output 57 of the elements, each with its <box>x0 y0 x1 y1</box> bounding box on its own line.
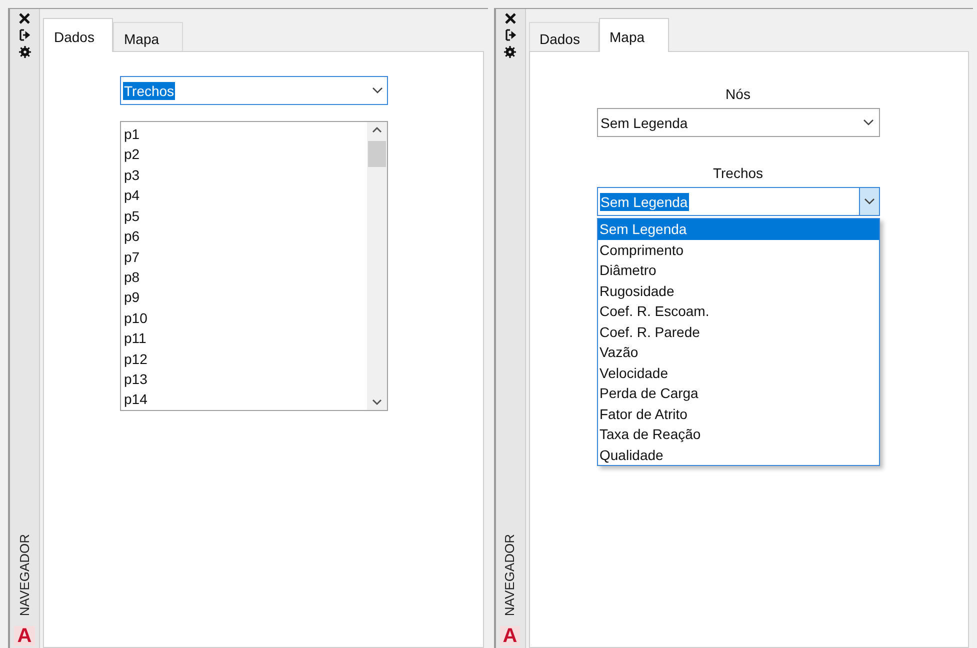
tab[interactable]: Mapa <box>113 22 183 51</box>
field-label: Trechos <box>712 164 764 183</box>
dropdown-button[interactable] <box>858 188 878 215</box>
exit-arrow-icon[interactable] <box>504 29 516 41</box>
list-item[interactable]: p3 <box>124 164 367 186</box>
scroll-down-icon[interactable] <box>372 399 382 406</box>
list-item[interactable]: p2 <box>124 144 367 165</box>
logo: A <box>14 626 35 646</box>
scrollbar[interactable] <box>367 122 387 410</box>
tab[interactable]: Dados <box>528 22 598 51</box>
dropdown[interactable]: Trechos <box>120 76 388 105</box>
tab[interactable]: Mapa <box>598 18 668 52</box>
chevron-down-icon <box>372 87 382 94</box>
dropdown-option[interactable]: Vazão <box>598 342 878 362</box>
dropdown-option[interactable]: Fator de Atrito <box>598 404 878 424</box>
dropdown-option[interactable]: Perda de Carga <box>598 383 878 404</box>
dropdown-option[interactable]: Diâmetro <box>598 260 878 280</box>
gear-icon[interactable] <box>504 46 516 58</box>
dropdown[interactable]: Sem Legenda <box>596 187 880 216</box>
dropdown-value: Trechos <box>123 82 176 100</box>
scroll-up-icon[interactable] <box>372 126 382 133</box>
dropdown-option[interactable]: Coef. R. Parede <box>598 322 878 342</box>
list-item[interactable]: p7 <box>124 246 367 267</box>
dropdown-option[interactable]: Rugosidade <box>598 280 878 301</box>
list-item[interactable]: p10 <box>124 308 367 328</box>
close-icon[interactable] <box>19 13 30 24</box>
dropdown-option[interactable]: Coef. R. Escoam. <box>598 301 878 322</box>
list-item[interactable]: p12 <box>124 348 367 370</box>
gear-icon[interactable] <box>18 46 30 58</box>
list-item[interactable]: p6 <box>124 226 367 247</box>
dropdown-option[interactable]: Taxa de Reação <box>598 424 878 444</box>
list-item[interactable]: p11 <box>124 328 367 349</box>
list-item[interactable]: p5 <box>124 206 367 226</box>
side-label: NAVEGADOR <box>16 534 33 616</box>
scroll-thumb[interactable] <box>368 141 386 167</box>
chevron-down-icon <box>864 198 874 205</box>
list-item[interactable]: p14 <box>124 389 367 410</box>
list-box[interactable]: p1 p2 p3 p4 p5 p6 p7 p8 p9 p10 p11 p12 p13 p14 <box>120 121 388 411</box>
chevron-down-icon <box>863 119 874 126</box>
exit-arrow-icon[interactable] <box>19 29 30 41</box>
tab[interactable]: Dados <box>43 18 113 52</box>
list-item[interactable]: p9 <box>124 287 367 308</box>
dropdown-option[interactable]: Sem Legenda <box>598 219 878 240</box>
field-label: Nós <box>726 85 750 104</box>
dropdown-value: Sem Legenda <box>600 192 689 210</box>
dropdown-value: Sem Legenda <box>600 114 689 132</box>
dropdown-option[interactable]: Qualidade <box>598 444 878 465</box>
side-label: NAVEGADOR <box>501 534 518 616</box>
logo: A <box>500 626 520 646</box>
list-item[interactable]: p8 <box>124 266 367 288</box>
list-item[interactable]: p13 <box>124 369 367 390</box>
close-icon[interactable] <box>504 13 516 24</box>
dropdown-option[interactable]: Comprimento <box>598 240 878 260</box>
dropdown-option[interactable]: Velocidade <box>598 362 878 383</box>
dropdown[interactable]: Sem Legenda <box>596 108 880 137</box>
list-item[interactable]: p4 <box>124 185 367 206</box>
list-item[interactable]: p1 <box>124 124 367 144</box>
